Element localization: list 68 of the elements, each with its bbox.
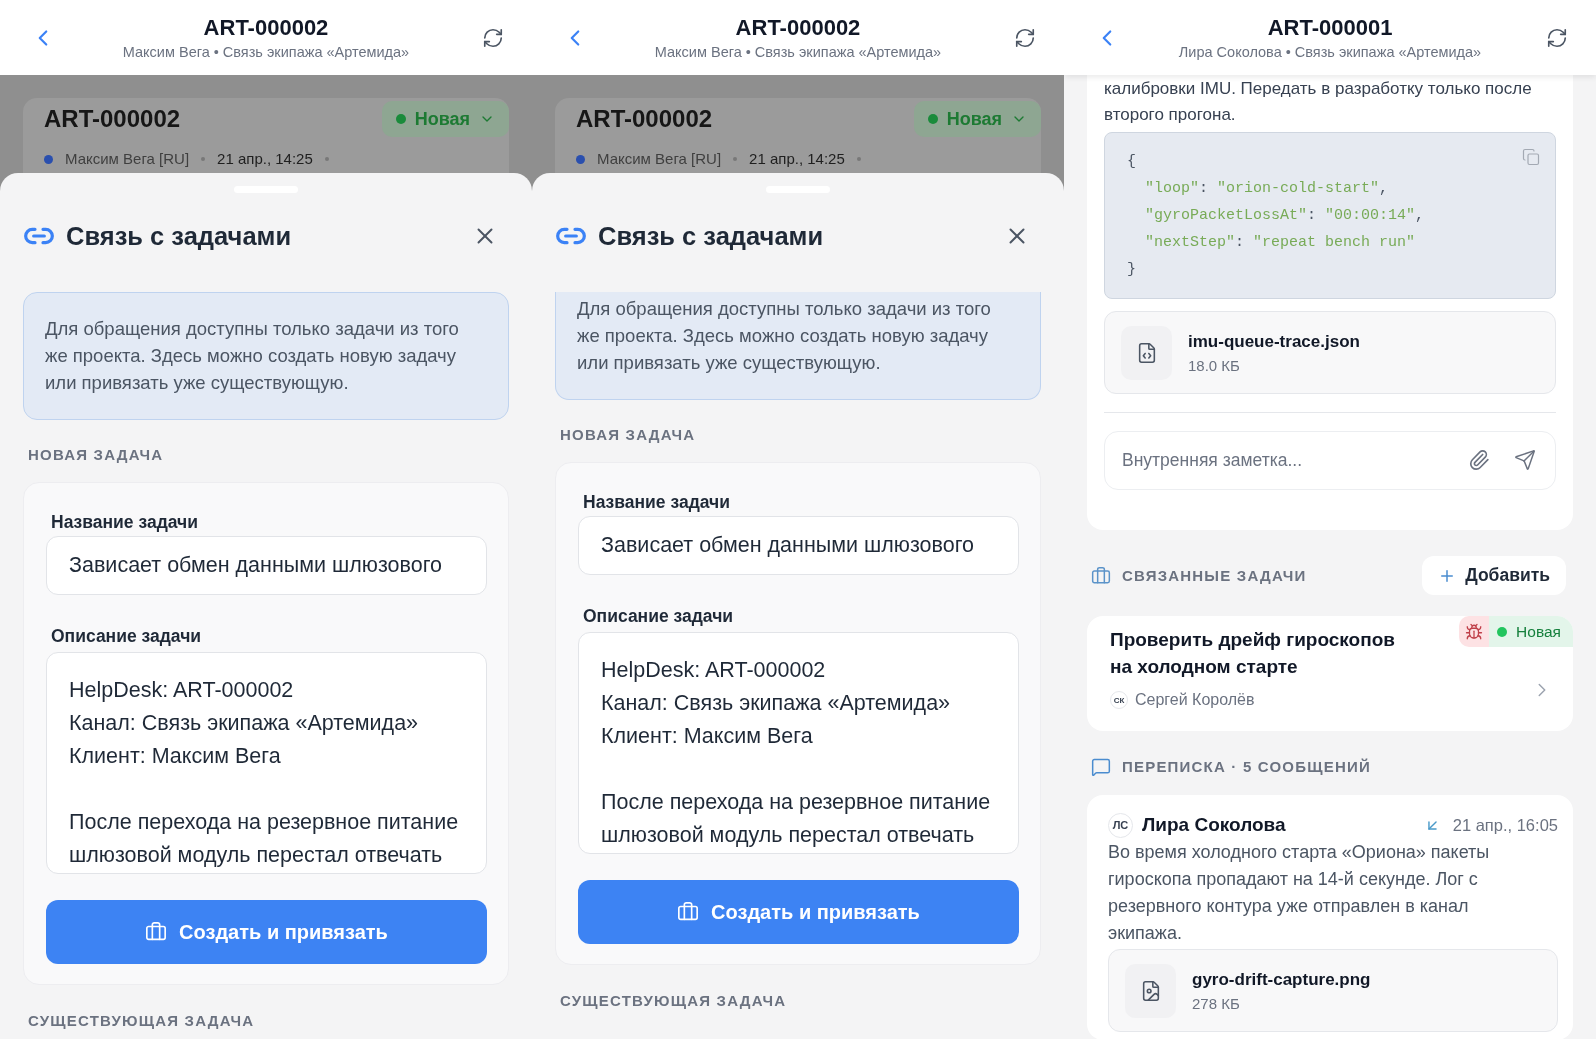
assignee-name: Сергей Королёв <box>1135 691 1255 709</box>
chat-bubble-icon <box>1091 757 1111 777</box>
send-icon[interactable] <box>1514 449 1536 471</box>
section-heading: НОВАЯ ЗАДАЧА <box>559 426 697 444</box>
refresh-icon[interactable] <box>1014 26 1036 49</box>
file-size: 278 КБ <box>1192 994 1241 1013</box>
ticket-title: ART-000002 <box>203 14 329 42</box>
ticket-subtitle: Максим Вега • Связь экипажа «Артемида» <box>654 43 942 61</box>
ticket-id: ART-000002 <box>576 104 713 134</box>
create-and-link-button[interactable]: Создать и привязать <box>46 900 487 964</box>
message-author: Лира Соколова <box>1142 814 1286 836</box>
add-button[interactable]: Добавить <box>1422 556 1566 595</box>
task-description-field[interactable]: HelpDesk: ART-000002 Канал: Связь экипажа «Артемида» Клиент: Максим Вега После перехода на резервное питание шлюзовой модуль перестал отвечать <box>578 632 1019 854</box>
section-heading: НОВАЯ ЗАДАЧА <box>27 446 165 464</box>
section-heading: СВЯЗАННЫЕ ЗАДАЧИ <box>1122 566 1307 585</box>
code-file-icon <box>1121 325 1172 380</box>
code-text: { "loop": "orion-cold-start", "gyroPacketLossAt": "00:00:14", "nextStep": "repeat bench run" } <box>1127 152 1426 280</box>
sheet-title: Связь с задачами <box>66 221 292 251</box>
task-name-field[interactable]: Зависает обмен данными шлюзового <box>46 536 487 595</box>
file-name: gyro-drift-capture.png <box>1192 968 1371 991</box>
task-description-field[interactable]: HelpDesk: ART-000002 Канал: Связь экипажа «Артемида» Клиент: Максим Вега После перехода на резервное питание шлюзовой модуль перестал отвечать <box>46 652 487 874</box>
task-name-field[interactable]: Зависает обмен данными шлюзового <box>578 516 1019 575</box>
ticket-id: ART-000002 <box>44 104 181 134</box>
section-heading: ПЕРЕПИСКА · 5 СООБЩЕНИЙ <box>1122 758 1371 776</box>
briefcase-icon <box>677 901 700 923</box>
task-title: Проверить дрейф гироскопов на холодном старте <box>1110 628 1396 679</box>
file-size: 18.0 КБ <box>1188 356 1241 375</box>
info-notice: Для обращения доступны только задачи из того же проекта. Здесь можно создать новую задачу или привязать уже существующую. <box>23 292 509 420</box>
author-dot-icon <box>44 154 53 164</box>
ticket-title: ART-000002 <box>735 14 861 42</box>
file-name: imu-queue-trace.json <box>1188 330 1360 353</box>
info-notice: Для обращения доступны только задачи из того же проекта. Здесь можно создать новую задачу или привязать уже существующую. <box>555 292 1041 400</box>
refresh-icon[interactable] <box>482 26 504 49</box>
image-file-icon <box>1125 963 1176 1018</box>
sheet-title: Связь с задачами <box>598 221 824 251</box>
field-label: Название задачи <box>582 491 731 513</box>
linked-task-card[interactable]: Проверить дрейф гироскопов на холодном старте СК Сергей Королёв Новая <box>1087 616 1573 731</box>
message-text: Во время холодного старта «Ориона» пакеты гироскопа пропадают на 14-й секунде. Лог с резервного контура уже отправлен в канал экипажа. <box>1108 841 1491 945</box>
bug-icon <box>1459 616 1490 647</box>
refresh-icon[interactable] <box>1546 26 1568 49</box>
field-label: Название задачи <box>50 511 199 533</box>
section-heading: СУЩЕСТВУЮЩАЯ ЗАДАЧА <box>27 1012 256 1030</box>
file-attachment[interactable]: imu-queue-trace.json 18.0 КБ <box>1104 311 1556 394</box>
status-dot-icon <box>395 114 406 124</box>
file-attachment[interactable]: gyro-drift-capture.png 278 КБ <box>1108 949 1558 1032</box>
status-label: Новая <box>1516 622 1561 641</box>
field-label: Описание задачи <box>50 625 203 647</box>
ticket-title: ART-000001 <box>1267 14 1393 42</box>
briefcase-icon <box>145 921 168 943</box>
ticket-time: 21 апр., 14:25 <box>217 150 313 168</box>
author-dot-icon <box>576 154 585 164</box>
author-avatar: ЛС <box>1108 812 1133 838</box>
ticket-time: 21 апр., 14:25 <box>749 150 845 168</box>
ticket-subtitle: Максим Вега • Связь экипажа «Артемида» <box>122 43 410 61</box>
paperclip-icon[interactable] <box>1468 449 1490 471</box>
section-heading: СУЩЕСТВУЮЩАЯ ЗАДАЧА <box>559 992 788 1010</box>
message-time: 21 апр., 16:05 <box>1452 815 1558 835</box>
author-name: Максим Вега [RU] <box>65 150 190 168</box>
status-dot-icon <box>927 114 938 124</box>
ticket-subtitle: Лира Соколова • Связь экипажа «Артемида» <box>1178 43 1482 61</box>
status-dot-icon <box>1497 626 1508 637</box>
create-and-link-button[interactable]: Создать и привязать <box>578 880 1019 944</box>
author-name: Максим Вега [RU] <box>597 150 722 168</box>
note-field[interactable]: Внутренняя заметка... <box>1104 431 1556 490</box>
assignee-avatar: СК <box>1110 691 1128 709</box>
note-text: калибровки IMU. Передать в разработку только после второго прогона. <box>1104 78 1533 126</box>
briefcase-icon <box>1091 565 1111 586</box>
field-label: Описание задачи <box>582 605 735 627</box>
